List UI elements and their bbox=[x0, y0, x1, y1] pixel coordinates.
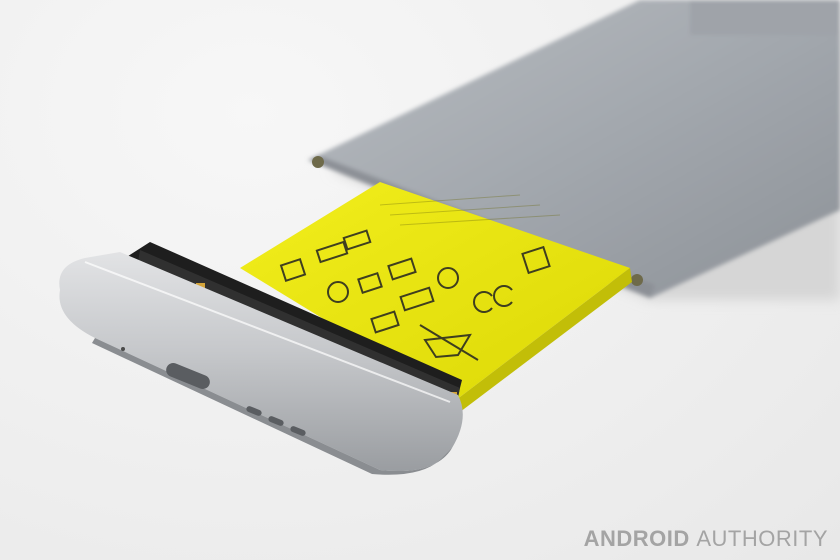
mic-hole bbox=[121, 347, 125, 351]
phone-battery-photo bbox=[59, 0, 840, 475]
watermark-word-1: ANDROID bbox=[583, 526, 690, 551]
watermark-word-2: AUTHORITY bbox=[696, 526, 828, 551]
watermark-logo: ANDROID AUTHORITY bbox=[584, 526, 828, 552]
screw-right bbox=[631, 274, 643, 286]
screw-left bbox=[312, 156, 324, 168]
photo-scene: ANDROID AUTHORITY bbox=[0, 0, 840, 560]
